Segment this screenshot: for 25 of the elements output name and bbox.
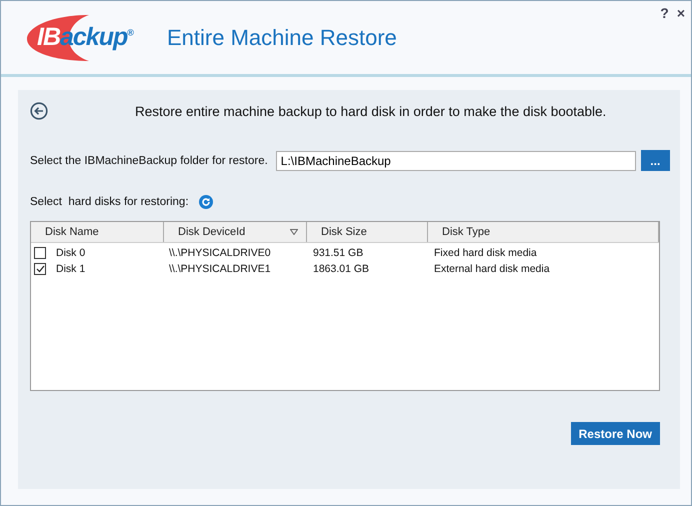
table-cell-text: 931.51 GB	[312, 247, 364, 259]
help-button[interactable]: ?	[660, 5, 669, 21]
restore-now-button[interactable]: Restore Now	[570, 422, 660, 445]
folder-label: Select the IBMachineBackup folder for restore.	[30, 154, 268, 166]
back-icon[interactable]	[30, 102, 48, 120]
table-cell-text: \\.\PHYSICALDRIVE0	[168, 247, 272, 259]
table-cell-text: External hard disk media	[433, 263, 551, 275]
table-cell-text: 1863.01 GB	[312, 263, 370, 275]
column-header[interactable]: Disk Size	[307, 222, 428, 242]
table-cell-text: Fixed hard disk media	[433, 247, 538, 259]
refresh-icon[interactable]	[198, 195, 213, 209]
close-button[interactable]: ×	[676, 5, 685, 21]
intro-text: Restore entire machine backup to hard disk in order to make the disk bootable.	[135, 104, 606, 118]
disk-checkbox[interactable]	[34, 263, 46, 275]
table-cell-text: \\.\PHYSICALDRIVE1	[168, 263, 272, 275]
disk-checkbox[interactable]	[34, 247, 46, 259]
table-cell-text: Disk 0	[55, 247, 86, 259]
column-header[interactable]: Disk Name	[31, 222, 164, 242]
disks-label: Select hard disks for restoring:	[30, 196, 189, 208]
table-cell-text: Disk 1	[55, 263, 86, 275]
column-header[interactable]: Disk DeviceId	[164, 222, 307, 242]
column-header[interactable]: Disk Type	[428, 222, 659, 242]
folder-field[interactable]: L:\IBMachineBackup	[276, 150, 636, 170]
browse-button[interactable]: ...	[640, 150, 670, 171]
window-title: Entire Machine Restore	[167, 24, 397, 50]
